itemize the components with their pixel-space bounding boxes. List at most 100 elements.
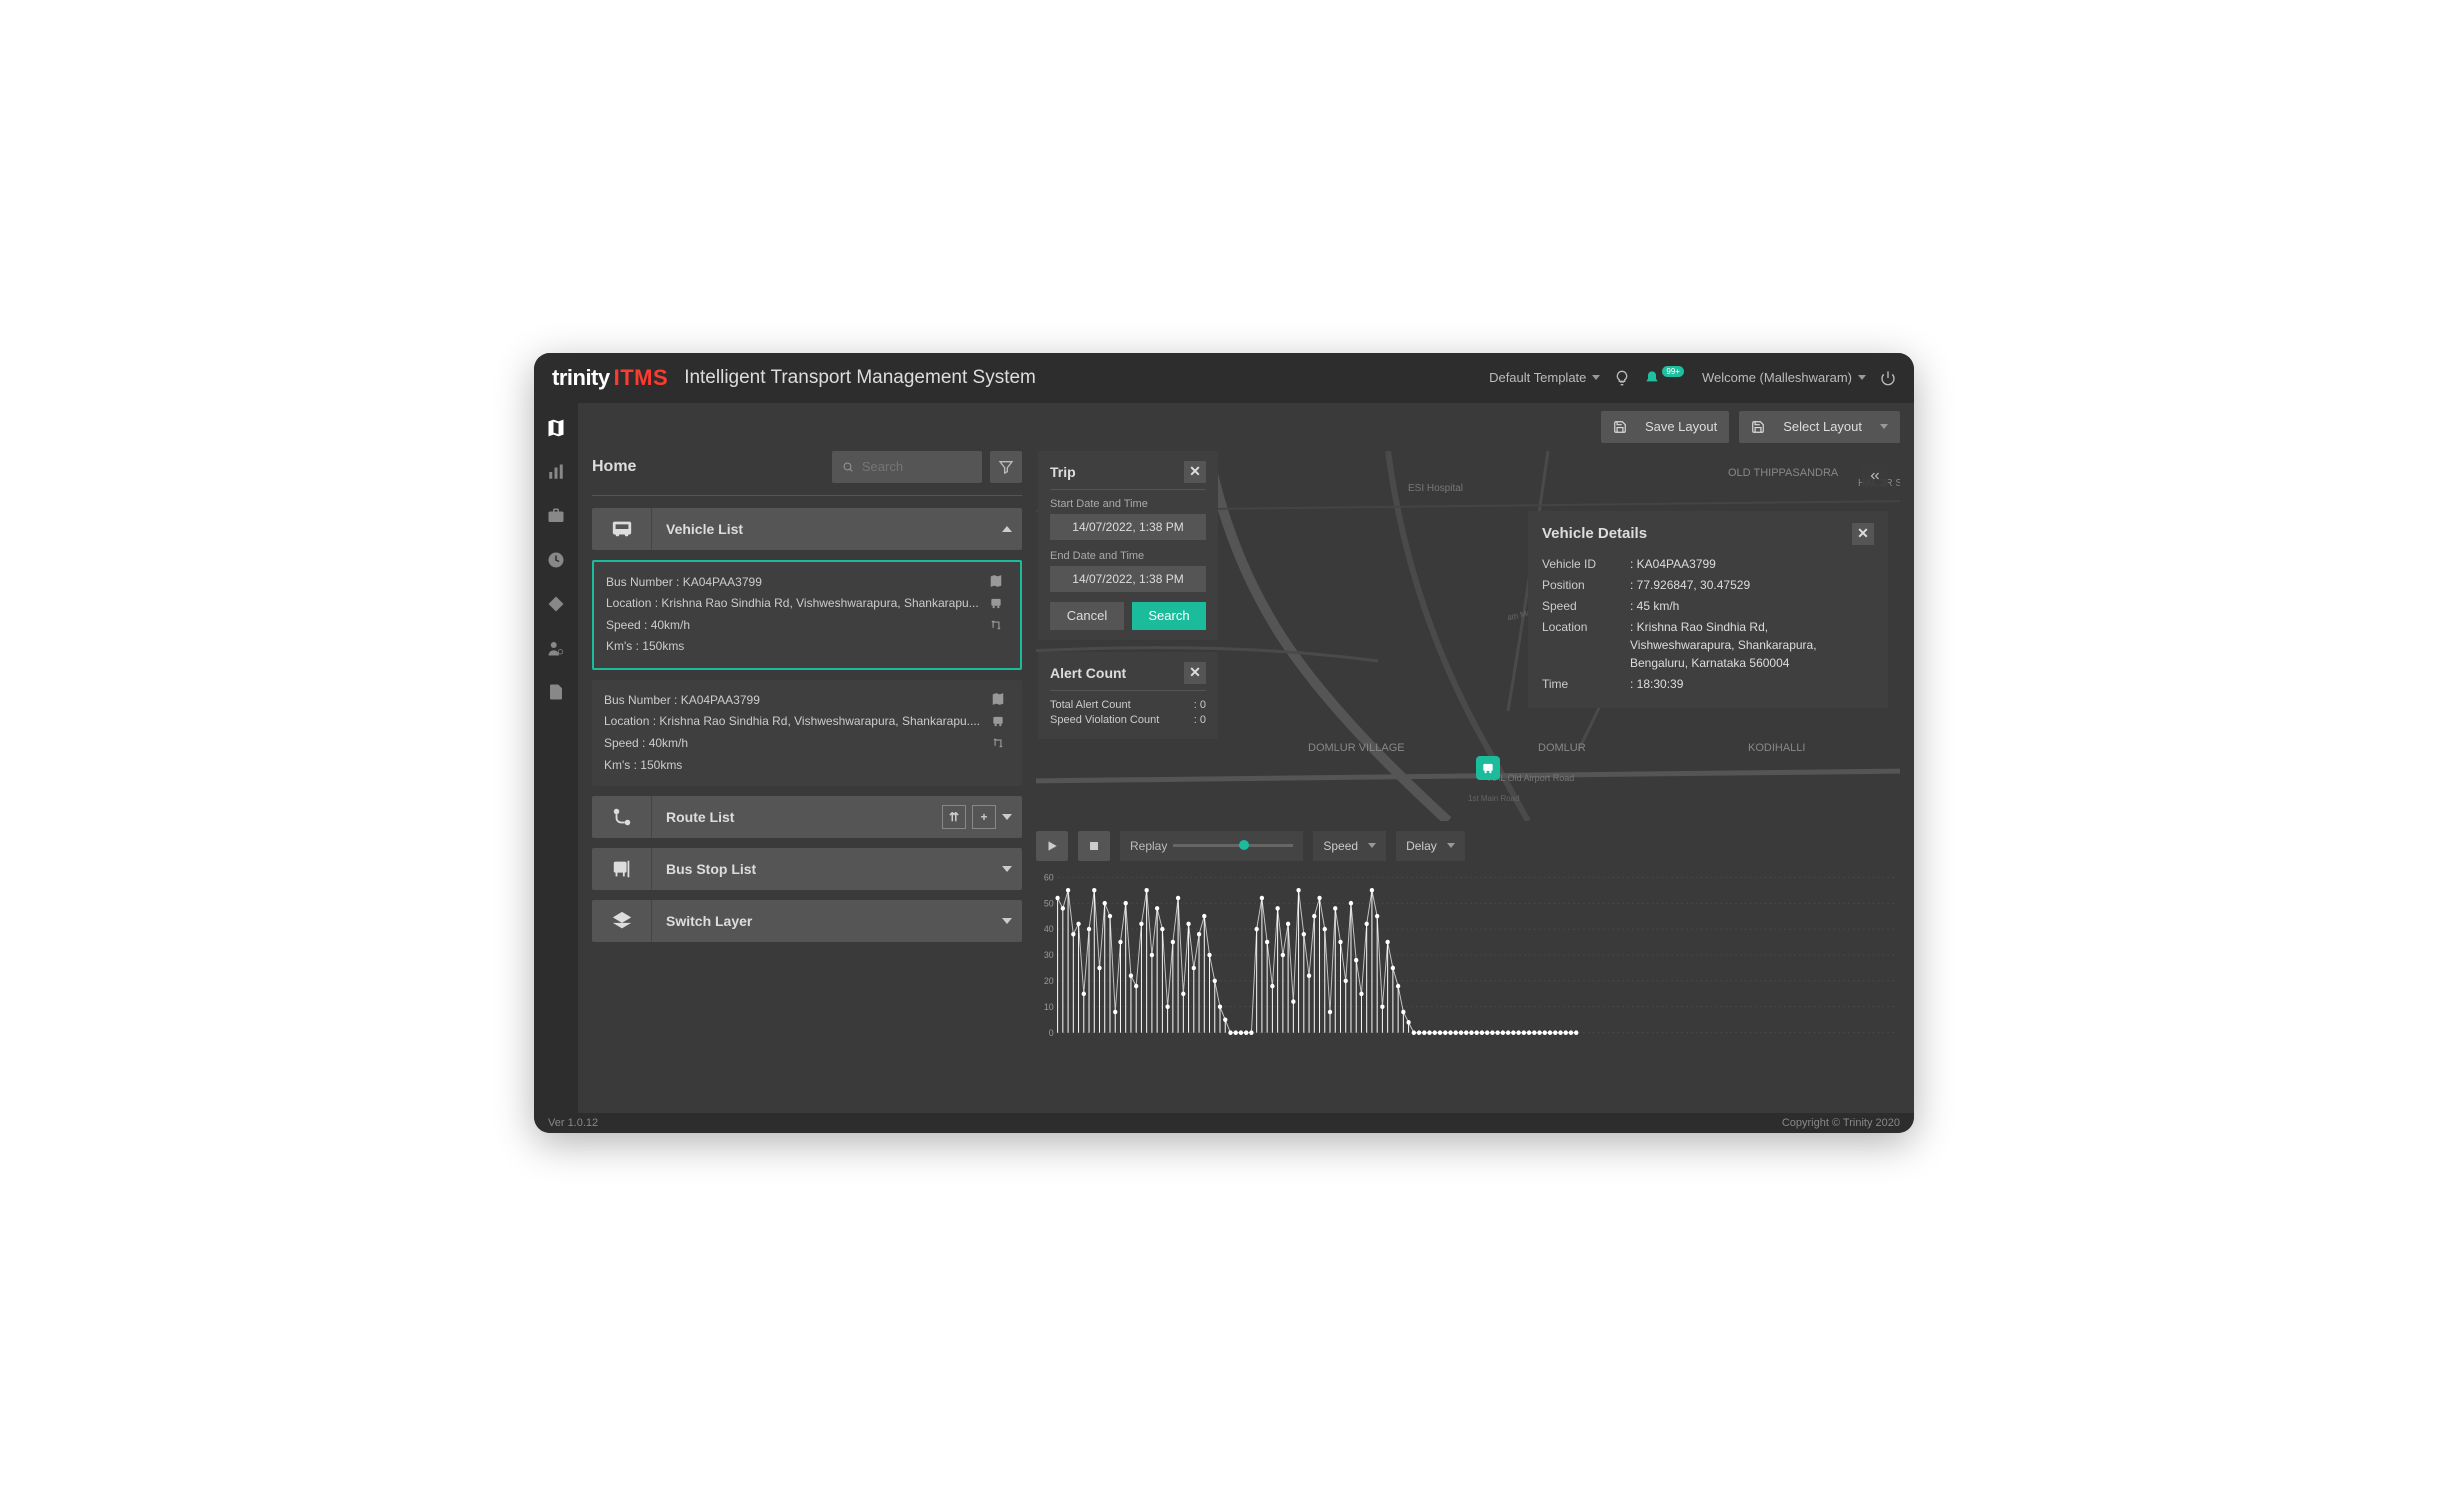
bottom-section: Replay Speed Delay [1036, 829, 1900, 1039]
divider [1050, 489, 1206, 490]
total-alert-value: : 0 [1194, 699, 1206, 711]
alert-title: Alert Count [1050, 665, 1126, 681]
notification-badge: 99+ [1662, 366, 1684, 377]
search-box[interactable] [832, 451, 982, 483]
route-list-label: Route List [652, 809, 942, 825]
bell-icon [1644, 370, 1660, 386]
save-icon [1613, 420, 1627, 434]
header: trinity ITMS Intelligent Transport Manag… [534, 353, 1914, 403]
notifications-button[interactable]: 99+ [1644, 370, 1688, 386]
svg-text:DOMLUR: DOMLUR [1538, 742, 1586, 754]
route-tool-button[interactable]: ⇈ [942, 805, 966, 829]
speed-chart[interactable]: 0102030405060 [1036, 871, 1900, 1039]
lightbulb-button[interactable] [1614, 370, 1630, 386]
trip-cancel-button[interactable]: Cancel [1050, 602, 1124, 630]
select-layout-button[interactable]: Select Layout [1739, 411, 1900, 443]
map-expand-button[interactable] [1862, 463, 1888, 489]
caret-down-icon [1002, 814, 1012, 820]
route-icon[interactable] [989, 618, 1003, 632]
side-nav [534, 403, 578, 1113]
start-date-value[interactable]: 14/07/2022, 1:38 PM [1050, 514, 1206, 540]
vehicle-list-header[interactable]: Vehicle List [592, 508, 1022, 550]
svg-text:0: 0 [1049, 1027, 1054, 1037]
vd-label: Speed [1542, 597, 1622, 615]
vehicle-card-actions [984, 572, 1008, 658]
vehicle-card-active[interactable]: Bus Number : KA04PAA3799 Location : Kris… [592, 560, 1022, 670]
stop-button[interactable] [1078, 831, 1110, 861]
user-menu[interactable]: Welcome (Malleshwaram) [1702, 370, 1866, 385]
document-icon [547, 683, 565, 701]
power-icon [1880, 370, 1896, 386]
nav-briefcase[interactable] [545, 505, 567, 527]
briefcase-icon [547, 507, 565, 525]
play-button[interactable] [1036, 831, 1068, 861]
nav-map[interactable] [545, 417, 567, 439]
power-button[interactable] [1880, 370, 1896, 386]
bus-stop-list-label: Bus Stop List [652, 861, 1002, 877]
layers-icon-box [592, 900, 652, 942]
vehicle-details-close[interactable]: ✕ [1852, 523, 1874, 545]
speed-dropdown[interactable]: Speed [1313, 831, 1386, 861]
nav-user-settings[interactable] [545, 637, 567, 659]
vd-value: : 45 km/h [1630, 597, 1874, 615]
add-route-button[interactable]: + [972, 805, 996, 829]
filter-icon [998, 459, 1014, 475]
route-icon[interactable] [991, 736, 1005, 750]
vehicle-card-text: Bus Number : KA04PAA3799 Location : Kris… [604, 690, 986, 776]
bus-small-icon[interactable] [991, 714, 1005, 728]
replay-slider[interactable] [1173, 844, 1293, 847]
svg-text:KODIHALLI: KODIHALLI [1748, 742, 1805, 754]
divider [592, 495, 1022, 496]
svg-text:OLD THIPPASANDRA: OLD THIPPASANDRA [1728, 467, 1839, 479]
bus-km: Km's : 150kms [604, 755, 986, 777]
svg-text:HAL Old Airport Road: HAL Old Airport Road [1488, 773, 1574, 783]
main-area: Save Layout Select Layout Home [578, 403, 1914, 1113]
chevrons-left-icon [1868, 469, 1882, 483]
nav-diamond[interactable] [545, 593, 567, 615]
playback-controls: Replay Speed Delay [1036, 829, 1900, 863]
copyright-label: Copyright © Trinity 2020 [1782, 1117, 1900, 1129]
stop-icon [1088, 840, 1100, 852]
template-selector[interactable]: Default Template [1489, 370, 1600, 385]
vd-label: Vehicle ID [1542, 555, 1622, 573]
trip-search-button[interactable]: Search [1132, 602, 1206, 630]
vd-value: : KA04PAA3799 [1630, 555, 1874, 573]
search-icon [842, 460, 854, 474]
nav-clock[interactable] [545, 549, 567, 571]
filter-button[interactable] [990, 451, 1022, 483]
speed-violation-value: : 0 [1194, 714, 1206, 726]
map-pin-icon[interactable] [989, 574, 1003, 588]
caret-down-icon [1858, 375, 1866, 380]
bus-marker[interactable] [1476, 756, 1500, 780]
left-panel: Home Vehicle Lis [592, 451, 1022, 1113]
save-layout-button[interactable]: Save Layout [1601, 411, 1729, 443]
nav-analytics[interactable] [545, 461, 567, 483]
bus-location: Location : Krishna Rao Sindhia Rd, Vishw… [604, 711, 986, 733]
user-gear-icon [547, 639, 565, 657]
end-date-value[interactable]: 14/07/2022, 1:38 PM [1050, 566, 1206, 592]
diamond-icon [547, 595, 565, 613]
bus-small-icon[interactable] [989, 596, 1003, 610]
search-input[interactable] [862, 459, 972, 474]
start-date-label: Start Date and Time [1050, 498, 1206, 510]
vehicle-card[interactable]: Bus Number : KA04PAA3799 Location : Kris… [592, 680, 1022, 786]
vd-label: Position [1542, 576, 1622, 594]
alert-close[interactable]: ✕ [1184, 662, 1206, 684]
trip-close[interactable]: ✕ [1184, 461, 1206, 483]
delay-dropdown[interactable]: Delay [1396, 831, 1465, 861]
bus-speed: Speed : 40km/h [604, 733, 986, 755]
switch-layer-header[interactable]: Switch Layer [592, 900, 1022, 942]
app-title: Intelligent Transport Management System [684, 367, 1036, 389]
layout-toolbar: Save Layout Select Layout [578, 403, 1914, 451]
route-list-header[interactable]: Route List ⇈ + [592, 796, 1022, 838]
clock-icon [547, 551, 565, 569]
bus-number: Bus Number : KA04PAA3799 [606, 572, 984, 594]
map-pin-icon[interactable] [991, 692, 1005, 706]
replay-slider-group[interactable]: Replay [1120, 831, 1303, 861]
delay-label: Delay [1406, 839, 1437, 853]
nav-document[interactable] [545, 681, 567, 703]
chart-svg: 0102030405060 [1036, 871, 1900, 1039]
bus-stop-list-header[interactable]: Bus Stop List [592, 848, 1022, 890]
bar-chart-icon [547, 463, 565, 481]
content: Home Vehicle Lis [578, 451, 1914, 1113]
